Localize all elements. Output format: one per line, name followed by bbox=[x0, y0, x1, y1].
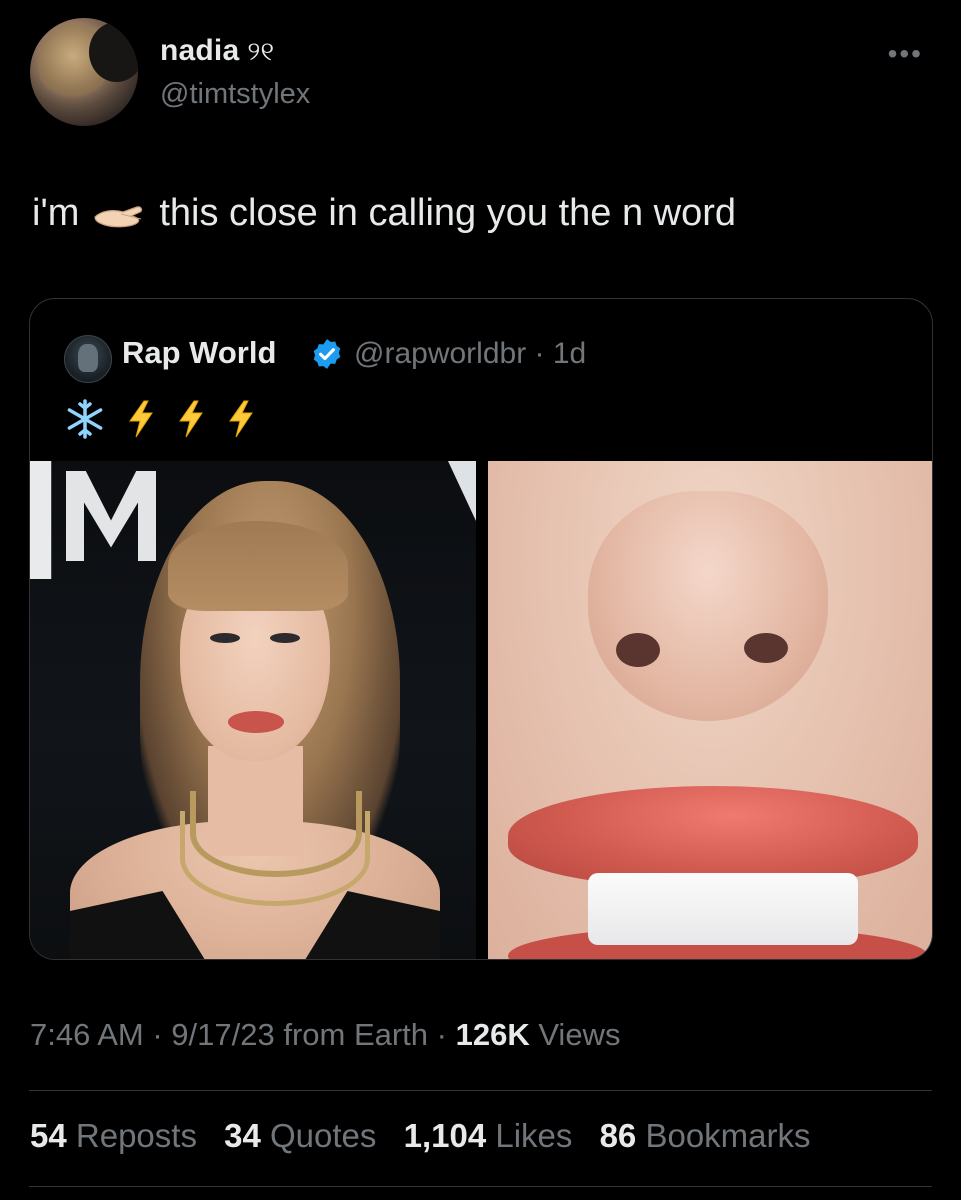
verified-badge-icon bbox=[313, 339, 341, 369]
tweet-text: i'm this close in calling you the n word bbox=[32, 192, 736, 235]
reposts-stat[interactable]: 54 Reposts bbox=[30, 1117, 197, 1154]
divider bbox=[29, 1090, 932, 1091]
quotes-stat[interactable]: 34 Quotes bbox=[224, 1117, 376, 1154]
quoted-emoji-row bbox=[64, 399, 256, 439]
bookmarks-label: Bookmarks bbox=[645, 1117, 811, 1154]
tweet-meta: 7:46 AM · 9/17/23 from Earth · 126K View… bbox=[30, 1017, 620, 1053]
more-horizontal-icon[interactable]: ••• bbox=[888, 38, 923, 70]
likes-label: Likes bbox=[495, 1117, 573, 1154]
lightning-icon bbox=[229, 400, 253, 438]
author-handle[interactable]: @timtstylex bbox=[160, 78, 310, 111]
bookmarks-count: 86 bbox=[599, 1117, 637, 1154]
quoted-author-name[interactable]: Rap World bbox=[122, 335, 276, 371]
bookmarks-stat[interactable]: 86 Bookmarks bbox=[600, 1117, 811, 1154]
reposts-label: Reposts bbox=[75, 1117, 197, 1154]
author-name-text: nadia bbox=[160, 34, 240, 67]
quoted-tweet-card[interactable]: Rap World @rapworldbr · 1d bbox=[29, 298, 933, 960]
snowflake-icon bbox=[67, 399, 103, 439]
views-count: 126K bbox=[455, 1017, 530, 1052]
reposts-count: 54 bbox=[30, 1117, 67, 1154]
divider bbox=[29, 1186, 932, 1187]
views-label: Views bbox=[529, 1017, 621, 1052]
author-name[interactable]: nadia ୨୧ bbox=[160, 34, 274, 68]
quoted-handle-time: @rapworldbr · 1d bbox=[354, 337, 587, 370]
lightning-icon bbox=[129, 400, 153, 438]
author-avatar[interactable] bbox=[30, 18, 138, 126]
quoted-author-avatar[interactable] bbox=[64, 335, 112, 383]
author-name-flair: ୨୧ bbox=[247, 36, 275, 66]
likes-count: 1,104 bbox=[403, 1117, 487, 1154]
tweet-text-before: i'm bbox=[32, 192, 80, 234]
likes-stat[interactable]: 1,104 Likes bbox=[404, 1117, 573, 1154]
pinching-hand-emoji-icon bbox=[91, 200, 147, 230]
quotes-label: Quotes bbox=[270, 1117, 377, 1154]
lightning-icon bbox=[179, 400, 203, 438]
quoted-image-closeup[interactable] bbox=[488, 461, 932, 959]
quoted-image-portrait[interactable] bbox=[30, 461, 476, 959]
engagement-stats: 54 Reposts 34 Quotes 1,104 Likes 86 Book… bbox=[30, 1117, 829, 1155]
tweet-text-after: this close in calling you the n word bbox=[159, 192, 737, 234]
quotes-count: 34 bbox=[224, 1117, 261, 1154]
tweet-time-date: 7:46 AM · 9/17/23 from Earth · bbox=[30, 1017, 456, 1052]
